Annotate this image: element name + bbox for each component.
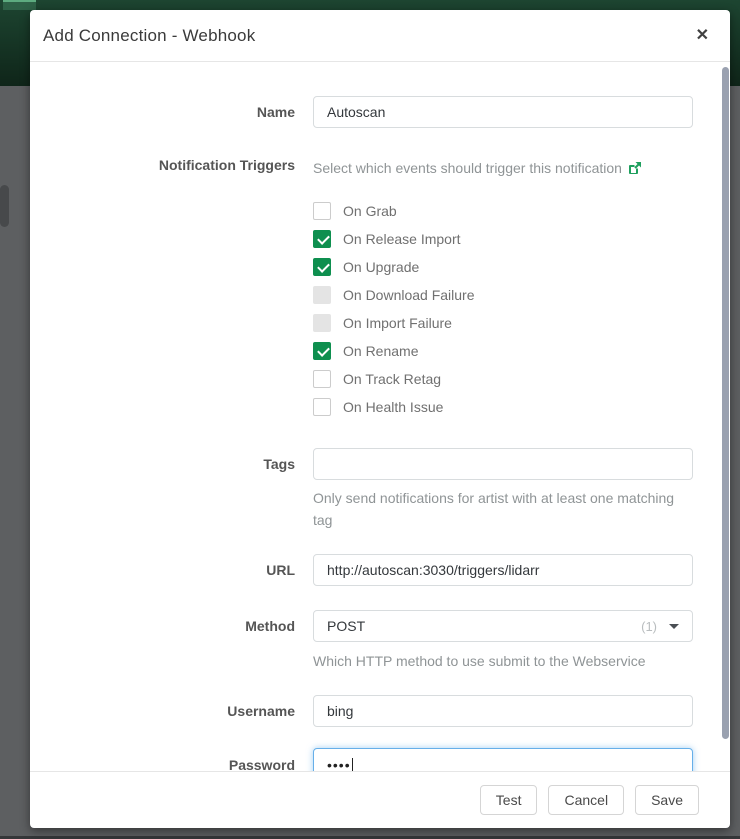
checkbox-icon[interactable] <box>313 342 331 360</box>
checkbox-icon[interactable] <box>313 230 331 248</box>
text-cursor <box>352 758 353 772</box>
method-row: Method POST (1) <box>30 610 730 642</box>
triggers-label: Notification Triggers <box>30 155 295 173</box>
method-select[interactable]: POST (1) <box>313 610 693 642</box>
modal-body: Name Notification Triggers Select which … <box>30 62 730 771</box>
modal-footer: Test Cancel Save <box>30 771 730 828</box>
name-row: Name <box>30 96 730 128</box>
trigger-option[interactable]: On Import Failure <box>313 314 693 332</box>
chevron-down-icon <box>669 624 679 629</box>
add-connection-webhook-modal: Add Connection - Webhook ✕ Name Notifica… <box>30 10 730 828</box>
trigger-option-label: On Release Import <box>343 231 461 247</box>
trigger-option[interactable]: On Upgrade <box>313 258 693 276</box>
method-label: Method <box>30 618 295 634</box>
password-input[interactable]: •••• <box>313 748 693 771</box>
tags-helper-row: Only send notifications for artist with … <box>30 487 730 531</box>
trigger-option-label: On Track Retag <box>343 371 441 387</box>
url-input[interactable] <box>313 554 693 586</box>
name-input[interactable] <box>313 96 693 128</box>
username-row: Username <box>30 695 730 727</box>
trigger-option[interactable]: On Track Retag <box>313 370 693 388</box>
trigger-option[interactable]: On Release Import <box>313 230 693 248</box>
trigger-option-label: On Health Issue <box>343 399 443 415</box>
password-label: Password <box>30 757 295 771</box>
method-helper-text: Which HTTP method to use submit to the W… <box>313 650 693 672</box>
url-label: URL <box>30 562 295 578</box>
dimmed-app-logo <box>3 0 36 10</box>
test-button[interactable]: Test <box>480 785 538 815</box>
checkbox-icon[interactable] <box>313 314 331 332</box>
checkbox-icon[interactable] <box>313 258 331 276</box>
trigger-option-label: On Rename <box>343 343 418 359</box>
trigger-option[interactable]: On Health Issue <box>313 398 693 416</box>
trigger-options: On Grab On Release Import On Upgrade On … <box>313 202 693 416</box>
trigger-option-label: On Import Failure <box>343 315 452 331</box>
password-masked-value: •••• <box>327 757 351 771</box>
checkbox-icon[interactable] <box>313 398 331 416</box>
modal-header: Add Connection - Webhook ✕ <box>30 10 730 62</box>
method-count-badge: (1) <box>641 619 657 634</box>
method-selected-value: POST <box>327 618 641 634</box>
triggers-row: Notification Triggers Select which event… <box>30 155 730 426</box>
dimmed-background-scrollbar <box>0 185 9 227</box>
checkbox-icon[interactable] <box>313 286 331 304</box>
external-link-icon[interactable] <box>628 161 642 175</box>
cancel-button[interactable]: Cancel <box>548 785 624 815</box>
password-row: Password •••• <box>30 748 730 771</box>
trigger-option[interactable]: On Rename <box>313 342 693 360</box>
close-icon[interactable]: ✕ <box>696 28 709 44</box>
checkbox-icon[interactable] <box>313 370 331 388</box>
trigger-option[interactable]: On Grab <box>313 202 693 220</box>
modal-scrollbar-thumb[interactable] <box>722 67 729 739</box>
checkbox-icon[interactable] <box>313 202 331 220</box>
url-row: URL <box>30 554 730 586</box>
tags-row: Tags <box>30 448 730 480</box>
tags-label: Tags <box>30 456 295 472</box>
trigger-option[interactable]: On Download Failure <box>313 286 693 304</box>
tags-input[interactable] <box>313 448 693 480</box>
name-label: Name <box>30 104 295 120</box>
tags-helper-text: Only send notifications for artist with … <box>313 487 693 531</box>
username-label: Username <box>30 703 295 719</box>
trigger-option-label: On Grab <box>343 203 397 219</box>
trigger-option-label: On Upgrade <box>343 259 419 275</box>
username-input[interactable] <box>313 695 693 727</box>
method-helper-row: Which HTTP method to use submit to the W… <box>30 650 730 672</box>
save-button[interactable]: Save <box>635 785 699 815</box>
triggers-helper-text: Select which events should trigger this … <box>313 157 622 179</box>
modal-title: Add Connection - Webhook <box>43 26 255 46</box>
trigger-option-label: On Download Failure <box>343 287 475 303</box>
